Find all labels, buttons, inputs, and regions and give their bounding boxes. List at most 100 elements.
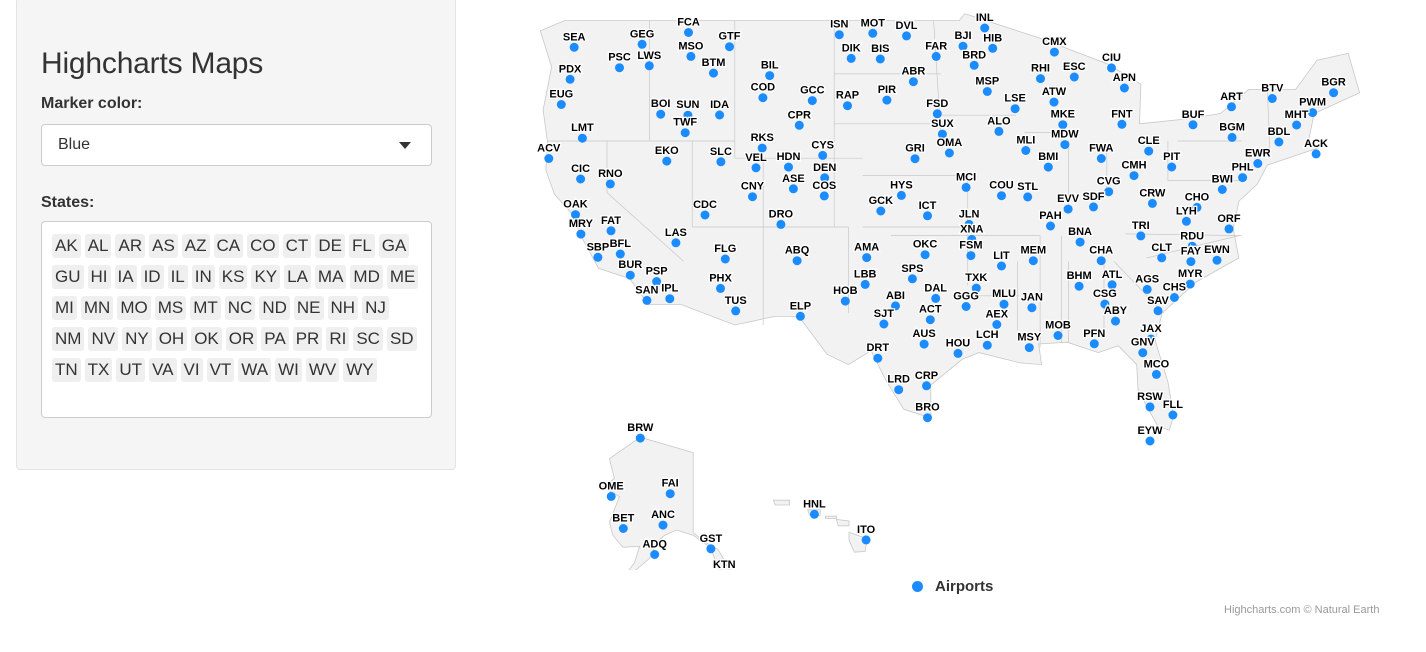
airport-marker-okc[interactable] [920,250,930,260]
airport-marker-bdl[interactable] [1274,137,1284,147]
airport-marker-vel[interactable] [751,163,761,173]
airport-marker-isn[interactable] [834,30,844,40]
airport-marker-apn[interactable] [1119,83,1129,93]
airport-marker-brd[interactable] [969,60,979,70]
state-chip-ma[interactable]: MA [314,265,347,289]
state-chip-gu[interactable]: GU [52,265,84,289]
airport-marker-chs[interactable] [1169,293,1179,302]
airport-marker-sdf[interactable] [1089,202,1098,212]
airport-marker-tri[interactable] [1136,231,1146,241]
airport-marker-dro[interactable] [776,219,786,229]
airport-marker-tus[interactable] [731,306,741,316]
airport-marker-ggg[interactable] [961,302,971,311]
airport-marker-aus[interactable] [919,339,929,349]
state-chip-pa[interactable]: PA [261,327,289,351]
state-chip-ok[interactable]: OK [191,327,222,351]
airport-marker-crw[interactable] [1147,198,1157,208]
airport-marker-cic[interactable] [576,174,586,184]
airport-marker-cys[interactable] [818,150,828,160]
airport-marker-bna[interactable] [1075,237,1085,247]
airport-marker-far[interactable] [931,51,941,61]
state-chip-ny[interactable]: NY [122,327,152,351]
airport-marker-mry[interactable] [576,229,586,239]
state-chip-pr[interactable]: PR [292,327,323,351]
airport-marker-dal[interactable] [931,293,941,303]
airport-marker-pdx[interactable] [565,74,575,84]
airport-marker-mdw[interactable] [1060,140,1070,150]
state-chip-wi[interactable]: WI [275,358,302,382]
airport-marker-hob[interactable] [840,296,850,306]
airport-marker-orf[interactable] [1224,224,1234,234]
state-chip-me[interactable]: ME [386,265,419,289]
airport-marker-lit[interactable] [997,261,1006,271]
state-chip-mi[interactable]: MI [52,296,77,320]
airport-marker-hib[interactable] [988,43,998,53]
airport-marker-myr[interactable] [1185,279,1195,289]
state-chip-nv[interactable]: NV [88,327,119,351]
airport-marker-hou[interactable] [953,348,963,358]
airport-marker-brw[interactable] [635,433,645,443]
state-chip-de[interactable]: DE [315,234,345,258]
airport-marker-mob[interactable] [1053,331,1063,340]
airport-marker-cmh[interactable] [1129,171,1139,181]
airport-marker-dik[interactable] [846,53,856,63]
airport-marker-mem[interactable] [1028,256,1038,266]
state-chip-nm[interactable]: NM [52,327,85,351]
airport-marker-pfn[interactable] [1089,339,1099,349]
airport-marker-bmi[interactable] [1043,162,1053,172]
state-chip-nj[interactable]: NJ [362,296,389,320]
airport-marker-esc[interactable] [1069,72,1079,82]
airport-marker-san[interactable] [642,295,652,305]
airport-marker-gnv[interactable] [1138,348,1148,358]
airport-marker-lmt[interactable] [577,133,587,143]
airport-marker-bgm[interactable] [1227,132,1237,142]
airport-marker-phx[interactable] [716,283,725,293]
airport-marker-rhi[interactable] [1036,74,1045,84]
state-chip-il[interactable]: IL [167,265,188,289]
airport-marker-drt[interactable] [873,353,883,363]
state-chip-ca[interactable]: CA [213,234,244,258]
state-chip-ut[interactable]: UT [116,358,146,382]
airport-marker-bil[interactable] [765,71,775,81]
airport-marker-ict[interactable] [923,211,932,221]
state-chip-sc[interactable]: SC [353,327,383,351]
state-chip-ga[interactable]: GA [378,234,410,258]
airport-marker-ito[interactable] [861,535,871,545]
airport-marker-fnt[interactable] [1117,119,1127,129]
airport-marker-mli[interactable] [1021,146,1031,155]
state-chip-as[interactable]: AS [149,234,178,258]
airport-marker-sbp[interactable] [593,252,603,262]
airport-marker-bro[interactable] [923,413,932,423]
airport-marker-fay[interactable] [1186,257,1196,267]
airport-marker-bis[interactable] [875,54,885,64]
state-chip-wv[interactable]: WV [305,358,340,382]
state-chip-wy[interactable]: WY [343,358,377,382]
airport-marker-sav[interactable] [1153,306,1163,316]
airport-marker-bgr[interactable] [1329,88,1339,98]
airport-marker-gck[interactable] [876,206,886,216]
airport-marker-bwi[interactable] [1217,185,1227,194]
airport-marker-adq[interactable] [650,550,660,559]
state-chip-va[interactable]: VA [149,358,177,382]
airport-marker-fsm[interactable] [966,251,976,261]
airport-marker-mco[interactable] [1151,369,1161,379]
state-chip-nd[interactable]: ND [259,296,290,320]
state-chip-id[interactable]: ID [140,265,164,289]
airport-marker-hnl[interactable] [809,509,819,519]
airport-marker-aby[interactable] [1111,316,1120,326]
airport-marker-atw[interactable] [1049,97,1059,107]
state-chip-mo[interactable]: MO [117,296,151,320]
state-chip-ri[interactable]: RI [326,327,350,351]
airport-marker-msy[interactable] [1024,343,1034,353]
airport-marker-ome[interactable] [606,491,616,501]
airport-marker-stl[interactable] [1023,192,1033,202]
airport-marker-ags[interactable] [1142,284,1152,294]
airport-marker-pit[interactable] [1167,162,1177,172]
state-chip-co[interactable]: CO [247,234,279,258]
state-chip-mt[interactable]: MT [190,296,221,320]
state-chip-mn[interactable]: MN [80,296,114,320]
airport-marker-mso[interactable] [686,51,696,61]
airport-marker-mot[interactable] [868,28,878,38]
airport-marker-mht[interactable] [1292,120,1302,130]
state-chip-tn[interactable]: TN [52,358,81,382]
